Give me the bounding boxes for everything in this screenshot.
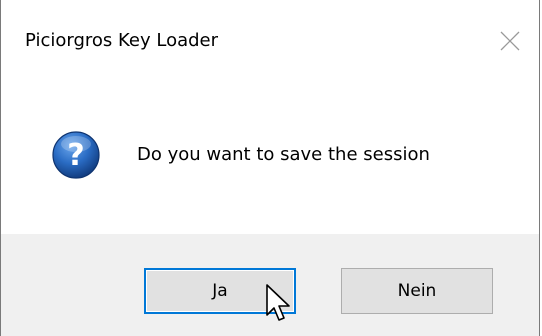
- mouse-cursor-icon: [266, 284, 290, 321]
- dialog-title: Piciorgros Key Loader: [25, 30, 219, 51]
- no-button[interactable]: Nein: [341, 268, 493, 314]
- title-bar[interactable]: Piciorgros Key Loader: [1, 0, 539, 90]
- svg-text:?: ?: [67, 138, 84, 173]
- dialog-message: Do you want to save the session: [137, 144, 430, 165]
- close-button[interactable]: [479, 16, 539, 72]
- close-icon: [500, 31, 520, 51]
- question-icon: ?: [52, 131, 100, 179]
- dialog-body: ? Do you want to save the session: [1, 90, 539, 234]
- message-dialog: Piciorgros Key Loader ? Do you want to s…: [0, 0, 540, 336]
